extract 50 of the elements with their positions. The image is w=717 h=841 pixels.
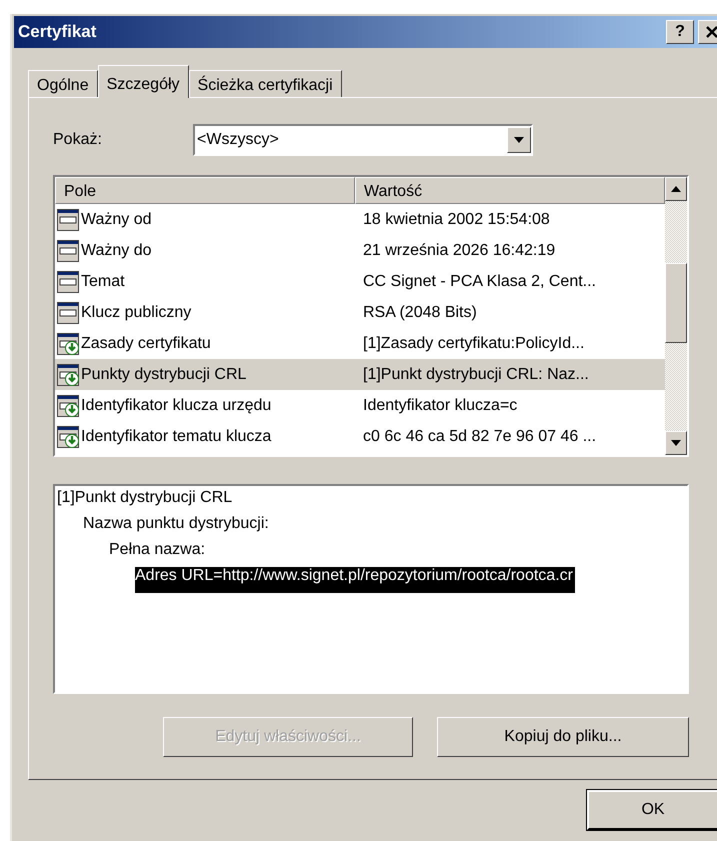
field-row[interactable]: Klucz publiczny RSA (2048 Bits) <box>55 297 665 328</box>
field-name: Identyfikator klucza urzędu <box>81 396 272 414</box>
close-icon[interactable] <box>705 25 717 39</box>
field-icon <box>57 302 79 324</box>
extension-icon <box>57 332 79 354</box>
field-value: 21 września 2026 16:42:19 <box>362 242 556 260</box>
scroll-down-icon[interactable] <box>671 440 681 446</box>
field-value: CC Signet - PCA Klasa 2, Cent... <box>362 272 597 290</box>
field-name: Identyfikator tematu klucza <box>81 428 272 446</box>
tab[interactable]: Ścieżka certyfikacji <box>188 70 342 97</box>
field-name: Punkty dystrybucji CRL <box>81 366 246 384</box>
field-name: Zasady certyfikatu <box>81 334 211 352</box>
show-dropdown[interactable]: <Wszyscy> <box>193 124 533 156</box>
scrollbar[interactable] <box>665 177 687 455</box>
field-row[interactable]: Ważny od 18 kwietnia 2002 15:54:08 <box>55 204 665 235</box>
field-row[interactable]: Zasady certyfikatu [1]Zasady certyfikatu:PolicyId... <box>55 328 665 359</box>
field-name: Ważny od <box>81 210 152 228</box>
field-icon <box>57 240 79 262</box>
show-label: Pokaż: <box>53 130 103 148</box>
action-button[interactable]: Kopiuj do pliku... <box>437 717 689 757</box>
field-value: Identyfikator klucza=c <box>362 396 518 414</box>
tab[interactable]: Ogólne <box>28 70 98 97</box>
field-value: RSA (2048 Bits) <box>362 304 478 322</box>
scroll-up-icon[interactable] <box>671 186 681 192</box>
field-row[interactable]: Identyfikator klucza urzędu Identyfikator klucza=c <box>55 390 665 421</box>
column-header[interactable]: Pole <box>55 177 355 204</box>
column-header[interactable]: Wartość <box>355 177 665 204</box>
extension-icon <box>57 426 79 448</box>
field-value: c0 6c 46 ca 5d 82 7e 96 07 46 ... <box>362 428 598 446</box>
ok-button[interactable]: OK <box>587 790 717 830</box>
field-value: 18 kwietnia 2002 15:54:08 <box>362 210 551 228</box>
field-name: Klucz publiczny <box>81 304 192 322</box>
field-row[interactable]: Identyfikator tematu klucza c0 6c 46 ca 5d 82 7e 96 07 46 ... <box>55 421 665 452</box>
field-row[interactable]: Punkty dystrybucji CRL [1]Punkt dystrybucji CRL: Naz... <box>55 359 665 390</box>
field-row[interactable]: Ważny do 21 września 2026 16:42:19 <box>55 235 665 266</box>
help-button[interactable]: ? <box>666 20 694 44</box>
field-icon <box>57 208 79 230</box>
field-name: Ważny do <box>81 242 152 260</box>
detail-line: Nazwa punktu dystrybucji: <box>83 515 270 534</box>
extension-icon <box>57 394 79 416</box>
detail-line: Pełna nazwa: <box>109 541 206 560</box>
field-name: Temat <box>81 272 125 290</box>
extension-icon <box>57 364 79 386</box>
detail-line: [1]Punkt dystrybucji CRL <box>57 489 234 508</box>
window-title: Certyfikat <box>18 22 98 42</box>
field-value: [1]Punkt dystrybucji CRL: Naz... <box>362 366 590 384</box>
field-icon <box>57 270 79 292</box>
tab[interactable]: Szczegóły <box>98 65 189 98</box>
field-value: [1]Zasady certyfikatu:PolicyId... <box>362 334 586 352</box>
field-row[interactable]: Temat CC Signet - PCA Klasa 2, Cent... <box>55 266 665 297</box>
